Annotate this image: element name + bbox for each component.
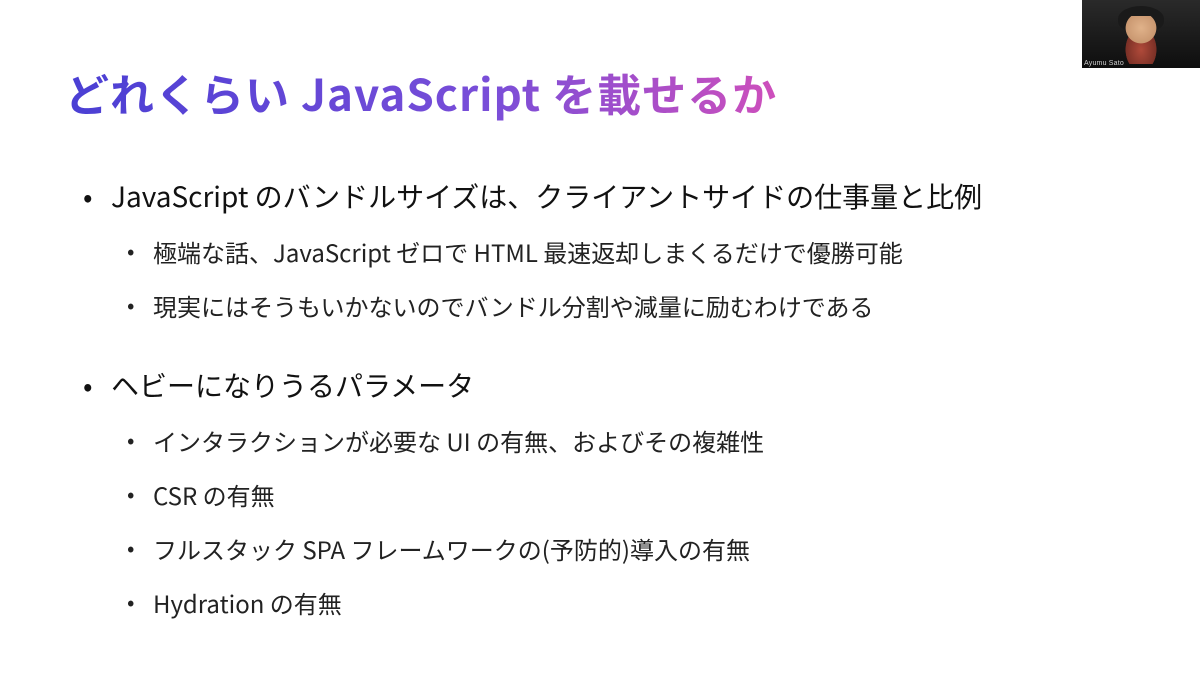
webcam-name-label: Ayumu Sato — [1084, 60, 1124, 67]
bullet-text: ヘビーになりうるパラメータ — [111, 365, 474, 405]
slide-title: どれくらい JavaScript を載せるか — [65, 60, 1135, 124]
sub-bullet-item: フルスタック SPA フレームワークの(予防的)導入の有無 — [127, 528, 1135, 570]
sub-bullet-item: 現実にはそうもいかないのでバンドル分割や減量に励むわけである — [127, 285, 1135, 327]
avatar — [1117, 16, 1165, 64]
webcam-thumbnail: Ayumu Sato — [1082, 0, 1200, 68]
sub-bullet-item: Hydration の有無 — [127, 582, 1135, 624]
sub-bullet-item: インタラクションが必要な UI の有無、およびその複雑性 — [127, 420, 1135, 462]
slide-content: どれくらい JavaScript を載せるか JavaScript のバンドルサ… — [0, 0, 1200, 678]
bullet-list: JavaScript のバンドルサイズは、クライアントサイドの仕事量と比例 極端… — [65, 174, 1135, 624]
sub-bullet-item: CSR の有無 — [127, 474, 1135, 516]
bullet-item: JavaScript のバンドルサイズは、クライアントサイドの仕事量と比例 極端… — [83, 174, 1135, 327]
sub-bullet-list: インタラクションが必要な UI の有無、およびその複雑性 CSR の有無 フルス… — [111, 420, 1135, 624]
bullet-item: ヘビーになりうるパラメータ インタラクションが必要な UI の有無、およびその複… — [83, 363, 1135, 624]
bullet-text: JavaScript のバンドルサイズは、クライアントサイドの仕事量と比例 — [111, 176, 982, 216]
sub-bullet-list: 極端な話、JavaScript ゼロで HTML 最速返却しまくるだけで優勝可能… — [111, 231, 1135, 327]
sub-bullet-item: 極端な話、JavaScript ゼロで HTML 最速返却しまくるだけで優勝可能 — [127, 231, 1135, 273]
